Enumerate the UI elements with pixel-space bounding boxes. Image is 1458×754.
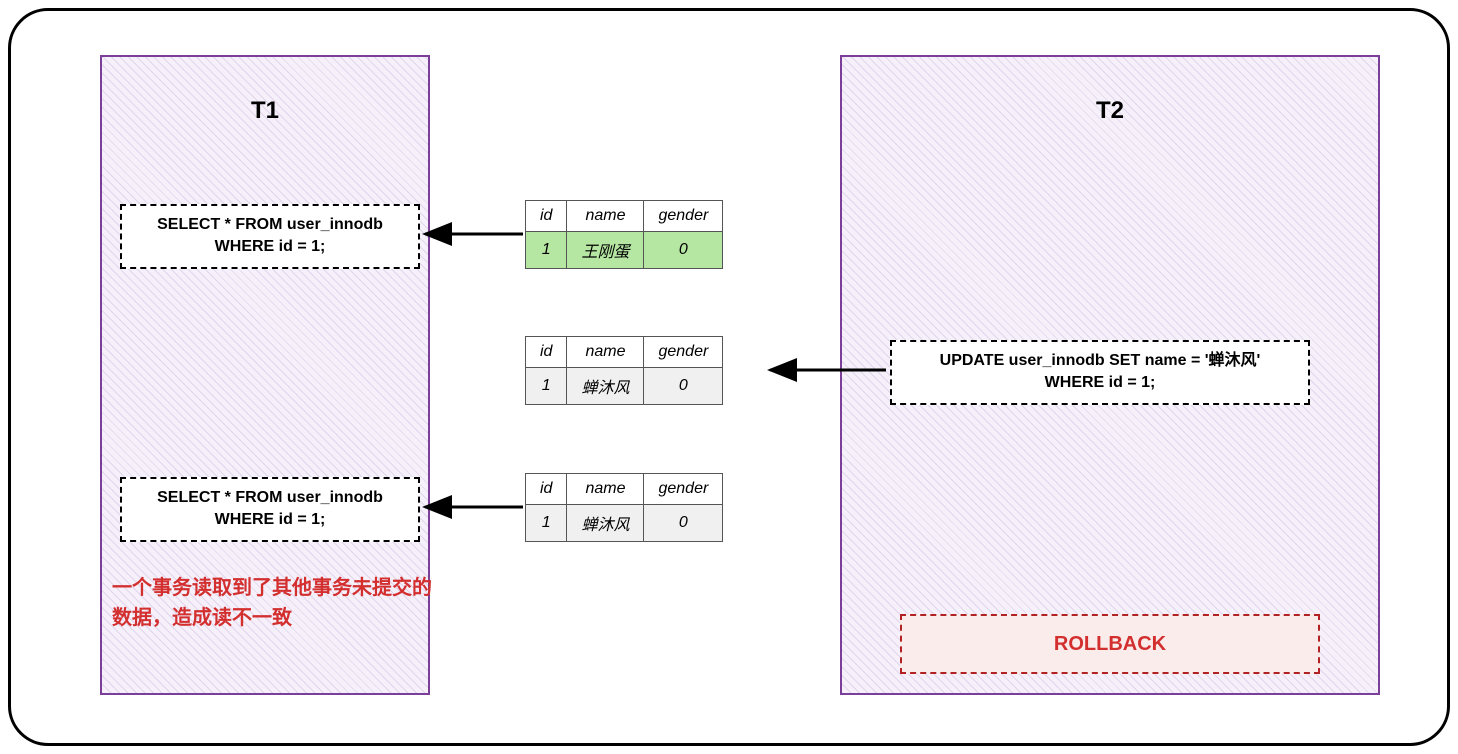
th-name: name [567, 337, 644, 368]
th-gender: gender [644, 201, 723, 232]
dirty-read-note: 一个事务读取到了其他事务未提交的数据，造成读不一致 [112, 573, 432, 633]
sql-line: SELECT * FROM user_innodb [128, 214, 412, 236]
th-name: name [567, 201, 644, 232]
result-table-3: id name gender 1 蝉沐风 0 [525, 473, 723, 542]
cell-id: 1 [526, 368, 567, 405]
sql-rollback: ROLLBACK [900, 614, 1320, 674]
cell-name: 王刚蛋 [567, 232, 644, 269]
th-id: id [526, 337, 567, 368]
t1-title: T1 [102, 57, 428, 125]
sql-select-1: SELECT * FROM user_innodb WHERE id = 1; [120, 204, 420, 269]
result-table-1: id name gender 1 王刚蛋 0 [525, 200, 723, 269]
t2-title: T2 [842, 57, 1378, 125]
cell-gender: 0 [644, 368, 723, 405]
th-id: id [526, 201, 567, 232]
th-gender: gender [644, 337, 723, 368]
cell-name: 蝉沐风 [567, 505, 644, 542]
cell-gender: 0 [644, 232, 723, 269]
table-row: 1 王刚蛋 0 [526, 232, 723, 269]
sql-update: UPDATE user_innodb SET name = '蝉沐风' WHER… [890, 340, 1310, 405]
sql-select-2: SELECT * FROM user_innodb WHERE id = 1; [120, 477, 420, 542]
rollback-label: ROLLBACK [1054, 633, 1166, 656]
table-row: 1 蝉沐风 0 [526, 505, 723, 542]
sql-line: SELECT * FROM user_innodb [128, 487, 412, 509]
sql-line: WHERE id = 1; [898, 372, 1302, 394]
sql-line: WHERE id = 1; [128, 509, 412, 531]
table-row: 1 蝉沐风 0 [526, 368, 723, 405]
cell-gender: 0 [644, 505, 723, 542]
cell-name: 蝉沐风 [567, 368, 644, 405]
th-name: name [567, 474, 644, 505]
sql-line: WHERE id = 1; [128, 236, 412, 258]
sql-line: UPDATE user_innodb SET name = '蝉沐风' [898, 350, 1302, 372]
result-table-2: id name gender 1 蝉沐风 0 [525, 336, 723, 405]
cell-id: 1 [526, 505, 567, 542]
cell-id: 1 [526, 232, 567, 269]
th-gender: gender [644, 474, 723, 505]
th-id: id [526, 474, 567, 505]
